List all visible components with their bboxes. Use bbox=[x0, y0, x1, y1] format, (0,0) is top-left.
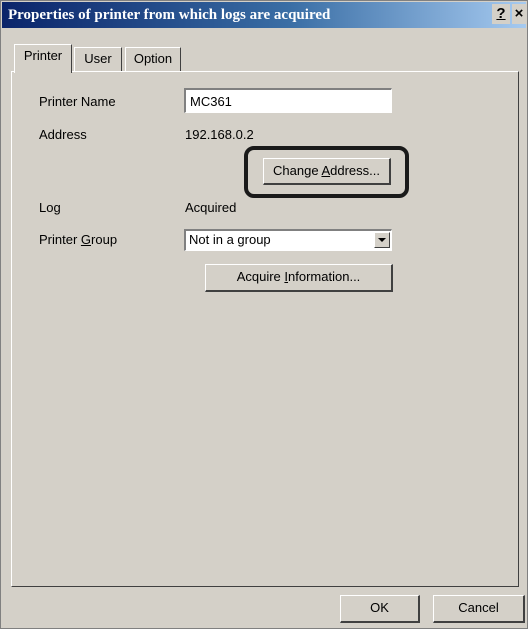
ok-button[interactable]: OK bbox=[340, 595, 420, 623]
printer-group-label: Printer Group bbox=[39, 232, 117, 247]
acquire-text-1: Acquire bbox=[236, 269, 285, 284]
chevron-down-icon[interactable] bbox=[374, 232, 390, 248]
tab-user-label: User bbox=[84, 51, 112, 66]
cancel-button[interactable]: Cancel bbox=[433, 595, 525, 623]
acquire-information-button[interactable]: Acquire Information... bbox=[205, 264, 393, 292]
printer-group-text-1: Printer bbox=[39, 232, 81, 247]
printer-group-select[interactable]: Not in a group bbox=[184, 229, 392, 251]
printer-group-text-2: roup bbox=[91, 232, 118, 247]
close-icon: × bbox=[514, 5, 524, 22]
acquire-text-2: nformation... bbox=[288, 269, 361, 284]
change-address-text-2: ddress... bbox=[330, 163, 380, 178]
log-value: Acquired bbox=[185, 200, 237, 215]
close-button[interactable]: × bbox=[512, 4, 526, 24]
help-button[interactable]: ? bbox=[492, 4, 510, 24]
ok-label: OK bbox=[370, 600, 389, 615]
tab-user[interactable]: User bbox=[74, 47, 122, 71]
change-address-text-1: Change bbox=[273, 163, 322, 178]
printer-name-label: Printer Name bbox=[39, 94, 116, 109]
title-bar[interactable]: Properties of printer from which logs ar… bbox=[2, 2, 526, 28]
change-address-button[interactable]: Change Address... bbox=[263, 158, 391, 185]
printer-name-field[interactable] bbox=[184, 88, 392, 113]
window-title: Properties of printer from which logs ar… bbox=[8, 7, 331, 23]
tab-printer-label: Printer bbox=[23, 48, 63, 63]
title-buttons: ? × bbox=[492, 4, 526, 26]
address-value: 192.168.0.2 bbox=[185, 127, 254, 142]
printer-group-selected: Not in a group bbox=[189, 232, 271, 247]
help-icon: ? bbox=[496, 5, 506, 22]
tab-option-label: Option bbox=[133, 51, 173, 66]
tab-printer[interactable]: Printer bbox=[14, 44, 72, 73]
address-label: Address bbox=[39, 127, 87, 142]
cancel-label: Cancel bbox=[458, 600, 499, 615]
log-label: Log bbox=[39, 200, 61, 215]
tab-option[interactable]: Option bbox=[125, 47, 181, 71]
printer-group-accel: G bbox=[80, 232, 92, 247]
properties-dialog: Properties of printer from which logs ar… bbox=[0, 0, 528, 629]
change-address-accel: A bbox=[321, 163, 331, 178]
tab-panel-printer bbox=[11, 71, 519, 587]
